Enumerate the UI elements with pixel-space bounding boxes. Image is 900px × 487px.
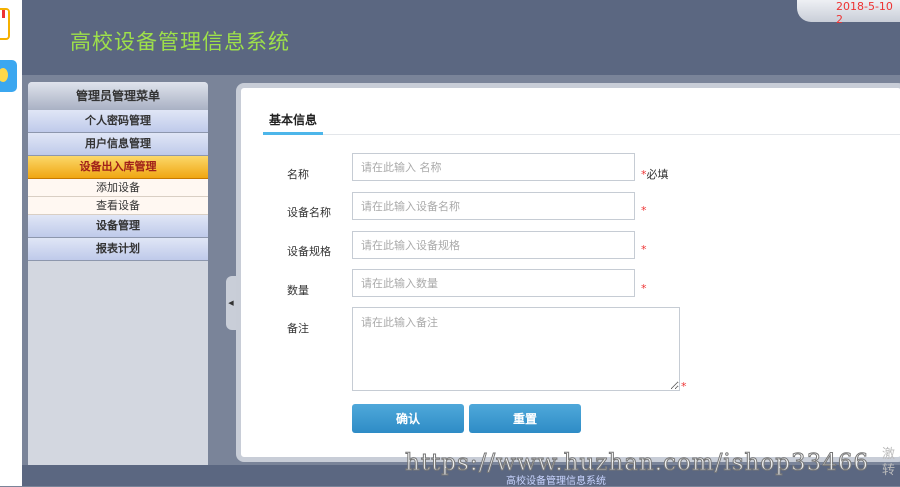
watermark-side-2: 转 — [882, 463, 896, 478]
collapse-sidebar-button[interactable]: ◀ — [226, 276, 236, 330]
datetime: 2018-5-10 2 — [836, 0, 893, 26]
watermark-side: 激转 — [882, 447, 895, 479]
menu-password[interactable]: 个人密码管理 — [28, 110, 208, 133]
device-name-input[interactable] — [352, 192, 635, 220]
confirm-button[interactable]: 确认 — [352, 404, 464, 433]
label-device-name: 设备名称 — [287, 206, 331, 219]
remark-textarea[interactable] — [352, 307, 680, 391]
menu-report[interactable]: 报表计划 — [28, 238, 208, 261]
submenu-view-device[interactable]: 查看设备 — [28, 197, 208, 215]
menu-device[interactable]: 设备管理 — [28, 215, 208, 238]
device-spec-input[interactable] — [352, 231, 635, 259]
shop-app-icon[interactable] — [0, 8, 10, 40]
content-panel: 基本信息 名称 *必填 设备名称 * 设备规格 * 数量 * 备注 * 确认 重… — [236, 83, 900, 462]
sidebar: 管理员管理菜单 个人密码管理 用户信息管理 设备出入库管理 添加设备 查看设备 … — [28, 82, 208, 465]
submenu-add-device[interactable]: 添加设备 — [28, 179, 208, 197]
required-mark: * — [641, 204, 647, 217]
menu-users[interactable]: 用户信息管理 — [28, 133, 208, 156]
caret-left-icon: ◀ — [228, 299, 234, 307]
menu-inout[interactable]: 设备出入库管理 — [28, 156, 208, 179]
header: 高校设备管理信息系统 2018-5-10 2 — [22, 0, 900, 75]
footer-text: 高校设备管理信息系统 — [506, 476, 606, 487]
required-mark: * — [681, 380, 687, 393]
sidebar-title: 管理员管理菜单 — [28, 82, 208, 110]
tab-bar: 基本信息 — [263, 108, 900, 135]
desktop-strip — [0, 0, 22, 486]
label-device-spec: 设备规格 — [287, 245, 331, 258]
watermark-side-1: 激 — [882, 447, 896, 462]
required-mark: * — [641, 282, 647, 295]
required-mark: *必填 — [641, 166, 669, 182]
lightbulb-app-icon[interactable] — [0, 60, 17, 92]
name-input[interactable] — [352, 153, 635, 181]
app-title: 高校设备管理信息系统 — [70, 30, 290, 54]
label-remark: 备注 — [287, 322, 309, 335]
tab-basic-info[interactable]: 基本信息 — [263, 108, 324, 135]
footer: 高校设备管理信息系统 — [22, 465, 900, 487]
reset-button[interactable]: 重置 — [469, 404, 581, 433]
label-quantity: 数量 — [287, 284, 309, 297]
required-mark: * — [641, 243, 647, 256]
label-name: 名称 — [287, 168, 309, 181]
quantity-input[interactable] — [352, 269, 635, 297]
required-note: 必填 — [646, 168, 669, 181]
